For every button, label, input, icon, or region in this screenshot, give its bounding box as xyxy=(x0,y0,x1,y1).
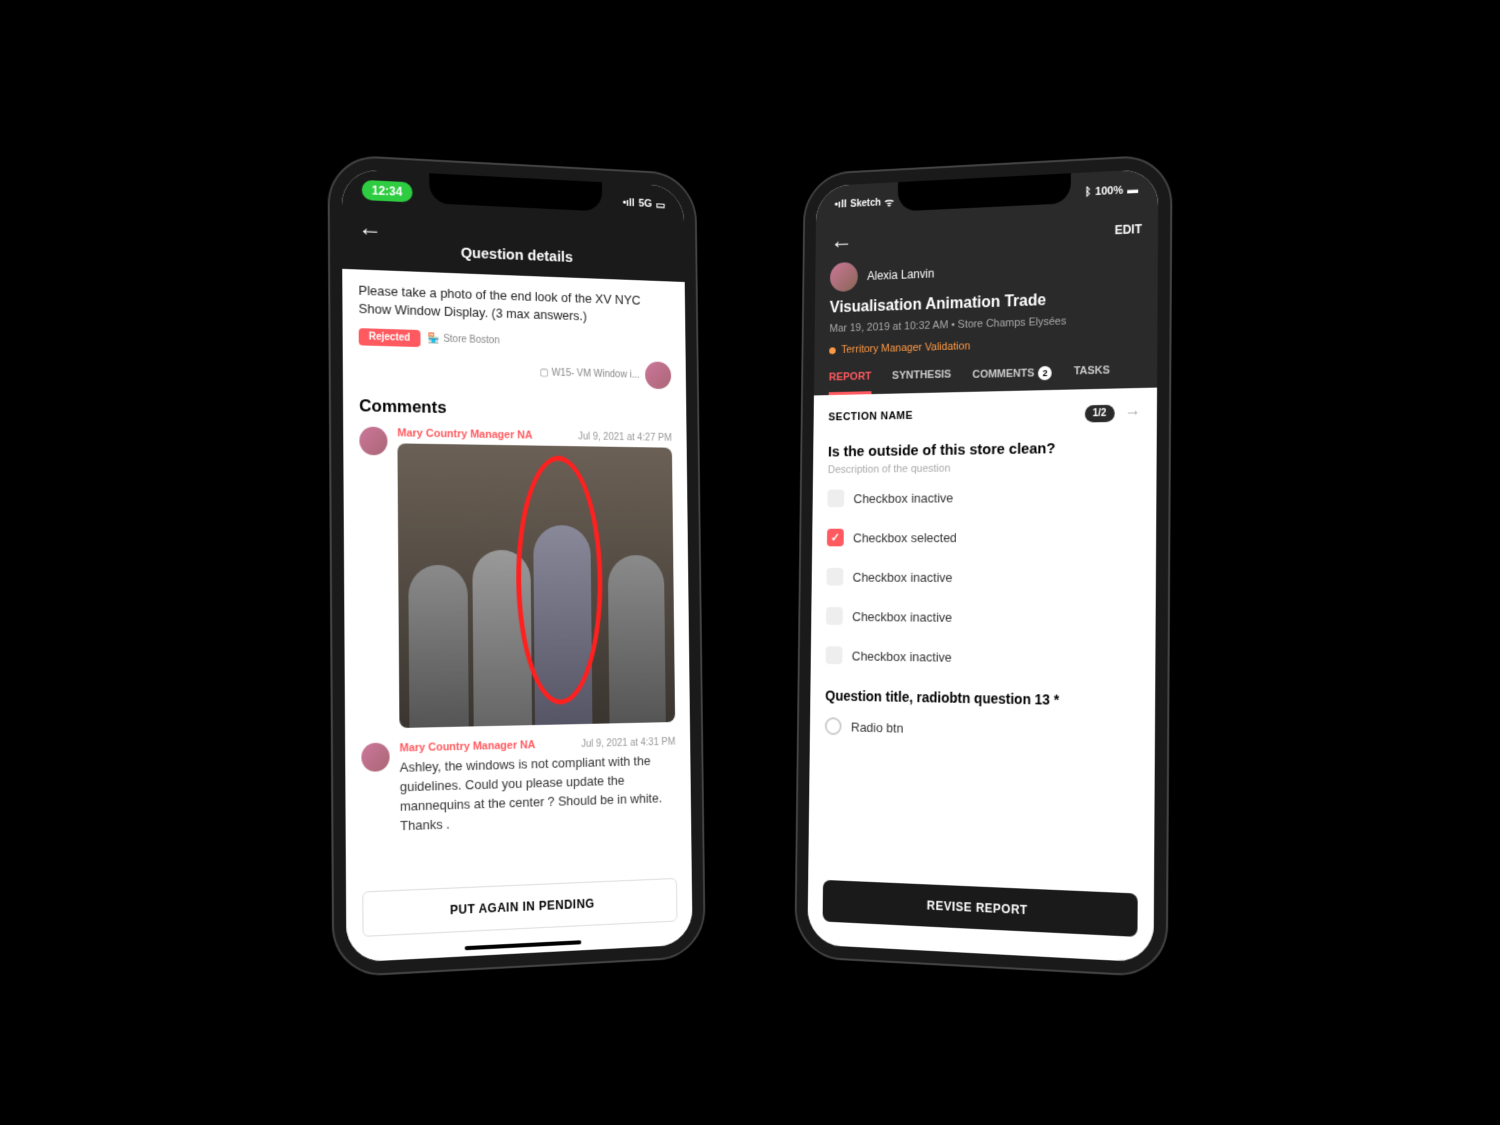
section-name: SECTION NAME xyxy=(828,409,913,422)
rejected-chip: Rejected xyxy=(359,328,421,347)
comment-item: Mary Country Manager NA Jul 9, 2021 at 4… xyxy=(359,426,675,728)
question-desc: Description of the question xyxy=(828,460,1141,476)
question-title-2: Question title, radiobtn question 13 * xyxy=(825,687,1139,709)
store-chip: 🏪 Store Boston xyxy=(428,333,500,346)
next-page-arrow[interactable]: → xyxy=(1125,402,1141,420)
comment-avatar[interactable] xyxy=(359,426,387,455)
comments-badge: 2 xyxy=(1038,365,1052,379)
radio-icon xyxy=(825,717,842,735)
checkbox-option[interactable]: Checkbox inactive xyxy=(826,567,1139,586)
time-pill: 12:34 xyxy=(362,179,413,202)
checkbox-icon xyxy=(827,528,844,546)
network-label: 5G xyxy=(638,197,652,209)
page-title: Question details xyxy=(358,240,670,270)
content-area: Please take a photo of the end look of t… xyxy=(342,268,692,971)
comment-text: Ashley, the windows is not compliant wit… xyxy=(400,751,677,835)
tab-comments[interactable]: COMMENTS2 xyxy=(972,365,1052,391)
checkbox-icon xyxy=(826,646,843,664)
back-button[interactable]: ← xyxy=(830,227,853,255)
wifi-icon: ᯤ xyxy=(885,194,895,209)
content-area: SECTION NAME 1/2 → Is the outside of thi… xyxy=(808,387,1157,937)
question-title: Is the outside of this store clean? xyxy=(828,438,1141,460)
radio-option[interactable]: Radio btn xyxy=(825,717,1139,742)
window-chip: ▢ W15- VM Window i... xyxy=(540,367,640,380)
user-name: Alexia Lanvin xyxy=(867,266,934,282)
user-avatar[interactable] xyxy=(830,261,858,291)
comments-title: Comments xyxy=(359,396,672,422)
question-text: Please take a photo of the end look of t… xyxy=(358,281,670,328)
checkbox-icon xyxy=(826,567,843,585)
back-button[interactable]: ← xyxy=(358,213,382,242)
battery-icon: ▬ xyxy=(1127,183,1138,196)
status-dot-icon xyxy=(829,346,836,353)
battery-icon: ▭ xyxy=(656,198,666,211)
tab-tasks[interactable]: TASKS xyxy=(1074,364,1110,389)
checkbox-option[interactable]: Checkbox inactive xyxy=(827,486,1140,507)
comment-avatar[interactable] xyxy=(361,742,389,771)
phone-right: •ıll Sketch ᯤ ᛒ 100% ▬ ← EDIT Alexia Lan… xyxy=(796,155,1170,975)
edit-button[interactable]: EDIT xyxy=(1115,221,1142,236)
report-title: Visualisation Animation Trade xyxy=(830,288,1142,317)
checkbox-option[interactable]: Checkbox inactive xyxy=(826,607,1140,627)
tab-synthesis[interactable]: SYNTHESIS xyxy=(892,368,951,393)
checkbox-icon xyxy=(827,489,844,507)
carrier-label: Sketch xyxy=(850,197,881,209)
tab-report[interactable]: REPORT xyxy=(829,370,872,394)
page-indicator: 1/2 xyxy=(1084,404,1114,422)
signal-icon: •ıll xyxy=(623,196,635,208)
checkbox-option[interactable]: Checkbox selected xyxy=(827,527,1140,546)
comment-time: Jul 9, 2021 at 4:27 PM xyxy=(578,431,672,443)
status-badge: Territory Manager Validation xyxy=(829,335,1141,356)
comment-author: Mary Country Manager NA xyxy=(400,739,536,754)
checkbox-icon xyxy=(826,607,843,625)
phone-left: 12:34 •ıll 5G ▭ ← Question details Pleas… xyxy=(329,155,703,975)
comment-item: Mary Country Manager NA Jul 9, 2021 at 4… xyxy=(361,736,676,837)
avatar[interactable] xyxy=(645,361,671,389)
comment-author: Mary Country Manager NA xyxy=(397,427,532,441)
comment-time: Jul 9, 2021 at 4:31 PM xyxy=(581,736,675,749)
comment-image[interactable] xyxy=(397,443,675,728)
checkbox-option[interactable]: Checkbox inactive xyxy=(826,646,1140,668)
bluetooth-icon: ᛒ xyxy=(1085,186,1092,198)
battery-label: 100% xyxy=(1095,184,1123,197)
signal-icon: •ıll xyxy=(835,198,847,210)
